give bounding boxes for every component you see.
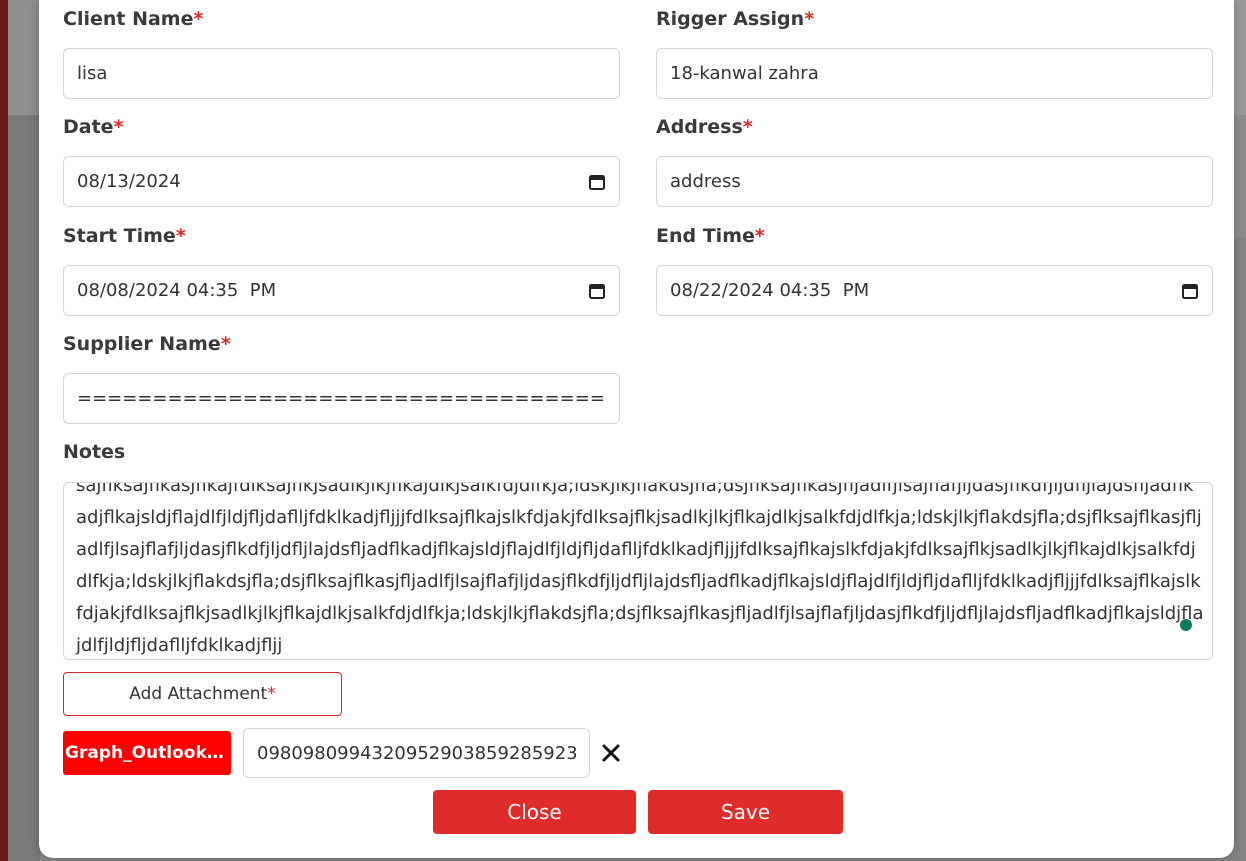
required-marker: * bbox=[267, 684, 276, 704]
save-button-label: Save bbox=[720, 800, 771, 824]
supplier-name-label: Supplier Name* bbox=[63, 333, 231, 355]
client-name-label-text: Client Name bbox=[63, 8, 194, 30]
rigger-assign-select[interactable]: 18-kanwal zahra bbox=[656, 48, 1213, 99]
job-form-modal: Client Name* lisa Rigger Assign* 18-kanw… bbox=[39, 0, 1234, 858]
calendar-icon[interactable] bbox=[588, 173, 606, 191]
notes-label-text: Notes bbox=[63, 441, 126, 463]
close-button-label: Close bbox=[507, 800, 562, 824]
backdrop-strip bbox=[8, 0, 40, 861]
client-name-label: Client Name* bbox=[63, 8, 203, 30]
attachment-file-name: Graph_Outlook_... bbox=[65, 743, 229, 763]
supplier-name-input[interactable]: ========================================… bbox=[63, 373, 620, 424]
end-time-input[interactable]: 08/22/2024 04:35 PM bbox=[656, 265, 1213, 316]
save-button[interactable]: Save bbox=[648, 790, 843, 834]
required-marker: * bbox=[113, 116, 124, 138]
start-time-label: Start Time* bbox=[63, 225, 186, 247]
date-input[interactable]: 08/13/2024 bbox=[63, 156, 620, 207]
start-time-value: 08/08/2024 04:35 PM bbox=[77, 280, 277, 301]
supplier-name-value: ========================================… bbox=[77, 388, 606, 409]
rigger-assign-value: 18-kanwal zahra bbox=[670, 63, 819, 84]
attachment-file-value: 09809809943209529038592859238 bbox=[257, 742, 576, 764]
notes-label: Notes bbox=[63, 441, 125, 463]
address-input[interactable]: address bbox=[656, 156, 1213, 207]
end-time-label-text: End Time bbox=[656, 225, 755, 247]
notes-textarea[interactable]: sajflksajflkasjflkajfdlksajflkjsadlkjlkj… bbox=[63, 482, 1213, 660]
attachment-value-input[interactable]: 09809809943209529038592859238 bbox=[243, 728, 590, 778]
start-time-input[interactable]: 08/08/2024 04:35 PM bbox=[63, 265, 620, 316]
date-label-text: Date bbox=[63, 116, 114, 138]
calendar-icon[interactable] bbox=[588, 282, 606, 300]
start-time-label-text: Start Time bbox=[63, 225, 176, 247]
close-button[interactable]: Close bbox=[433, 790, 636, 834]
supplier-name-label-text: Supplier Name bbox=[63, 333, 221, 355]
backdrop-right bbox=[1234, 0, 1246, 861]
end-time-value: 08/22/2024 04:35 PM bbox=[670, 280, 870, 301]
add-attachment-button[interactable]: Add Attachment * bbox=[63, 672, 342, 716]
backdrop-left bbox=[0, 0, 8, 861]
notes-text: sajflksajflkasjflkajfdlksajflkjsadlkjlkj… bbox=[76, 482, 1204, 656]
address-label: Address* bbox=[656, 116, 753, 138]
required-marker: * bbox=[742, 116, 753, 138]
client-name-value: lisa bbox=[77, 63, 108, 84]
address-value: address bbox=[670, 171, 741, 192]
end-time-label: End Time* bbox=[656, 225, 765, 247]
close-icon[interactable] bbox=[601, 741, 621, 765]
attachment-file-chip[interactable]: Graph_Outlook_... bbox=[63, 731, 231, 775]
rigger-assign-label-text: Rigger Assign bbox=[656, 8, 805, 30]
rigger-assign-label: Rigger Assign* bbox=[656, 8, 814, 30]
date-label: Date* bbox=[63, 116, 124, 138]
required-marker: * bbox=[193, 8, 204, 30]
calendar-icon[interactable] bbox=[1181, 282, 1199, 300]
required-marker: * bbox=[220, 333, 231, 355]
date-value: 08/13/2024 bbox=[77, 171, 181, 192]
add-attachment-label: Add Attachment bbox=[129, 684, 268, 704]
address-label-text: Address bbox=[656, 116, 743, 138]
client-name-input[interactable]: lisa bbox=[63, 48, 620, 99]
resize-handle[interactable] bbox=[1180, 619, 1192, 631]
required-marker: * bbox=[804, 8, 815, 30]
required-marker: * bbox=[175, 225, 186, 247]
required-marker: * bbox=[754, 225, 765, 247]
